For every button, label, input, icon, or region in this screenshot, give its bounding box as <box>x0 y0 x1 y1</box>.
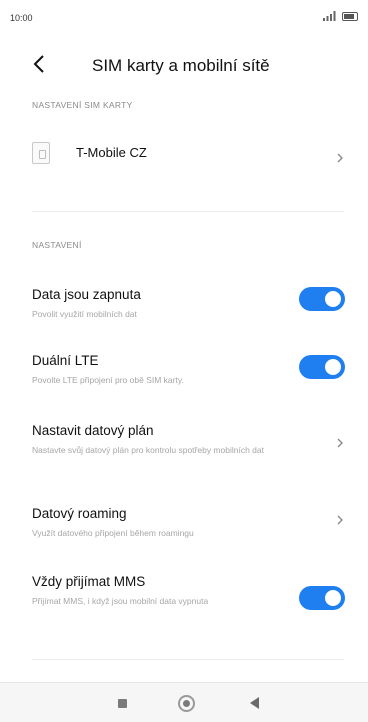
battery-icon <box>342 11 358 21</box>
chevron-right-icon <box>337 515 343 525</box>
divider <box>32 659 344 660</box>
page-title: SIM karty a mobilní sítě <box>92 56 270 75</box>
row-subtitle: Povolte LTE připojení pro obě SIM karty. <box>32 375 184 385</box>
chevron-right-icon <box>337 153 343 163</box>
toggle-knob <box>325 359 341 375</box>
dual-lte-toggle[interactable] <box>299 355 345 379</box>
mobile-data-toggle[interactable] <box>299 287 345 311</box>
back-icon[interactable] <box>250 697 259 709</box>
divider <box>32 211 344 212</box>
signal-icon <box>323 11 336 21</box>
setting-row-dual-lte[interactable]: Duální LTE Povolte LTE připojení pro obě… <box>0 353 368 393</box>
back-arrow-icon[interactable] <box>28 52 52 76</box>
setting-row-always-mms[interactable]: Vždy přijímat MMS Přijímat MMS, i když j… <box>0 574 368 626</box>
sim-card-icon <box>32 142 50 164</box>
sim-name: T-Mobile CZ <box>76 145 147 160</box>
row-subtitle: Nastavte svůj datový plán pro kontrolu s… <box>32 445 264 455</box>
row-title: Vždy přijímat MMS <box>32 574 146 589</box>
status-icons <box>322 11 358 21</box>
setting-row-data-roaming[interactable]: Datový roaming Využít datového připojení… <box>0 506 368 546</box>
chevron-right-icon <box>337 438 343 448</box>
section-label-settings: NASTAVENÍ <box>32 240 82 250</box>
navigation-bar <box>0 682 368 722</box>
header: SIM karty a mobilní sítě <box>0 48 368 80</box>
row-subtitle: Povolit využití mobilních dat <box>32 309 137 319</box>
row-title: Datový roaming <box>32 506 127 521</box>
setting-row-mobile-data[interactable]: Data jsou zapnuta Povolit využití mobiln… <box>0 287 368 327</box>
home-icon[interactable] <box>178 695 195 712</box>
sim-card-row[interactable]: T-Mobile CZ <box>0 130 368 174</box>
row-subtitle: Přijímat MMS, i když jsou mobilní data v… <box>32 596 209 606</box>
row-title: Nastavit datový plán <box>32 423 154 438</box>
toggle-knob <box>325 291 341 307</box>
row-title: Data jsou zapnuta <box>32 287 141 302</box>
recents-icon[interactable] <box>118 699 127 708</box>
setting-row-data-plan[interactable]: Nastavit datový plán Nastavte svůj datov… <box>0 423 368 473</box>
row-title: Duální LTE <box>32 353 99 368</box>
row-subtitle: Využít datového připojení během roamingu <box>32 528 194 538</box>
section-label-sim: NASTAVENÍ SIM KARTY <box>32 100 133 110</box>
always-mms-toggle[interactable] <box>299 586 345 610</box>
status-time: 10:00 <box>10 13 33 23</box>
status-bar: 10:00 <box>0 0 368 30</box>
toggle-knob <box>325 590 341 606</box>
